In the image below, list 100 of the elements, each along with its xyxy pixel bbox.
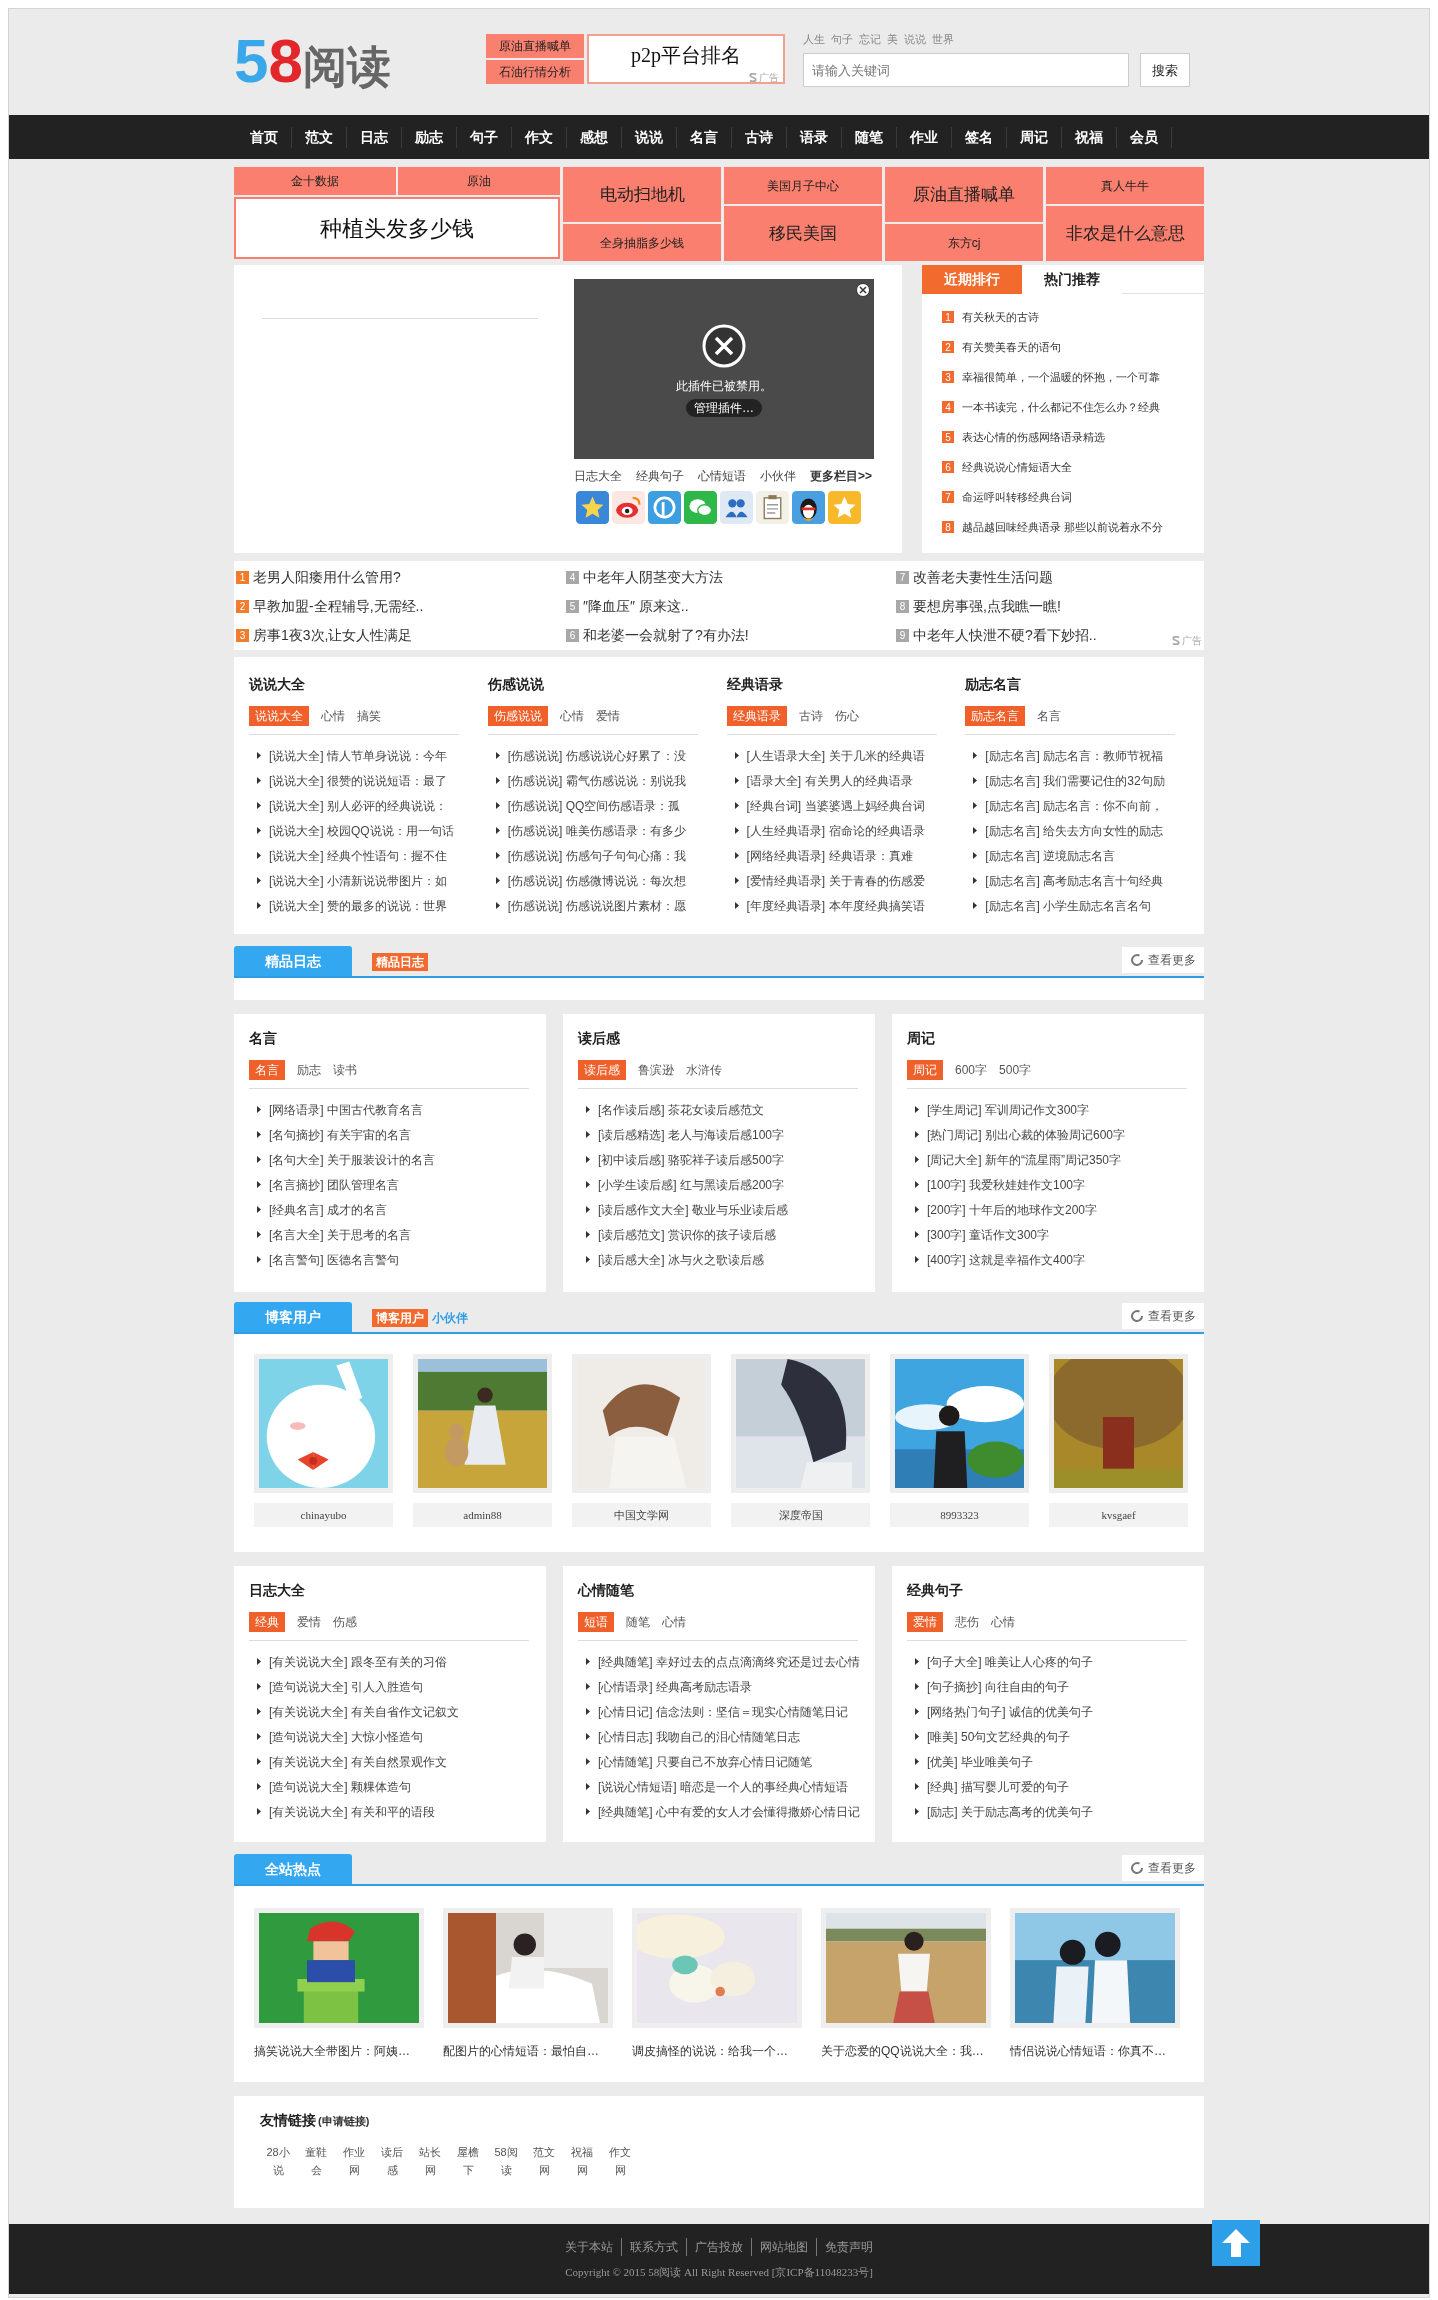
nav-link[interactable]: 首页	[237, 126, 292, 148]
nav-link[interactable]: 励志	[402, 126, 457, 148]
nav-link[interactable]: 随笔	[842, 126, 897, 148]
article-link[interactable]: [有关说说大全] 有关和平的语段	[269, 1803, 435, 1820]
article-link[interactable]: [网络热门句子] 诚信的优美句子	[927, 1703, 1093, 1720]
category-tag[interactable]: 爱情	[595, 706, 620, 726]
article-link[interactable]: [励志名言] 励志名言：你不向前，	[985, 797, 1164, 814]
article-link[interactable]: [心情语录] 经典高考励志语录	[598, 1678, 752, 1695]
friend-link[interactable]: 作文网	[608, 2143, 632, 2179]
ranking-link[interactable]: 表达心情的伤感网络语录精选	[962, 428, 1105, 446]
penguin-icon[interactable]	[792, 491, 825, 524]
article-link[interactable]: [励志名言] 逆境励志名言	[985, 847, 1116, 864]
ad-link[interactable]: 老男人阳痿用什么管用?	[253, 567, 401, 588]
hot-article-link[interactable]: 搞笑说说大全带图片：阿姨…	[254, 2042, 424, 2060]
nav-link[interactable]: 签名	[952, 126, 1007, 148]
category-tag[interactable]: 伤心	[834, 706, 859, 726]
category-tag[interactable]: 搞笑	[357, 706, 381, 726]
category-tag[interactable]: 随笔	[626, 1612, 650, 1632]
ranking-link[interactable]: 幸福很简单，一个温暖的怀抱，一个可靠	[962, 368, 1160, 386]
footer-link[interactable]: 免责声明	[816, 2237, 881, 2256]
article-link[interactable]: [网络经典语录] 经典语录：真难	[746, 847, 913, 864]
article-link[interactable]: [200字] 十年后的地球作文200字	[927, 1201, 1098, 1218]
user-name[interactable]: chinayubo	[254, 1503, 393, 1527]
nav-link[interactable]: 名言	[677, 126, 732, 148]
article-link[interactable]: [名句摘抄] 有关宇宙的名言	[269, 1126, 411, 1143]
chat-bubble-icon[interactable]	[684, 491, 717, 524]
article-link[interactable]: [唯美] 50句文艺经典的句子	[927, 1728, 1071, 1745]
article-link[interactable]: [经典随笔] 心中有爱的女人才会懂得撒娇心情日记	[598, 1803, 860, 1820]
article-link[interactable]: [年度经典语录] 本年度经典搞笑语	[746, 897, 925, 914]
article-link[interactable]: [造句说说大全] 大惊小怪造句	[269, 1728, 423, 1745]
friend-link[interactable]: 读后感	[380, 2143, 404, 2179]
category-tag[interactable]: 古诗	[798, 706, 823, 726]
ad-link[interactable]: 电动扫地机	[563, 167, 721, 222]
footer-link[interactable]: 网站地图	[751, 2237, 816, 2256]
ad-link[interactable]: 真人牛牛	[1046, 167, 1204, 204]
article-link[interactable]: [伤感说说] 伤感说说图片素材：愿	[507, 897, 686, 914]
article-link[interactable]: [伤感说说] 唯美伤感语录：有多少	[507, 822, 686, 839]
article-link[interactable]: [读后感作文大全] 敬业与乐业读后感	[598, 1201, 788, 1218]
article-link[interactable]: [伤感说说] 伤感句子句句心痛：我	[507, 847, 686, 864]
nav-link[interactable]: 句子	[457, 126, 512, 148]
ranking-link[interactable]: 有关赞美春天的语句	[962, 338, 1061, 356]
article-link[interactable]: [语录大全] 有关男人的经典语录	[746, 772, 913, 789]
category-tag[interactable]: 500字	[999, 1060, 1032, 1080]
article-link[interactable]: [名言警句] 医德名言警句	[269, 1251, 399, 1268]
article-link[interactable]: [伤感说说] 伤感说说心好累了：没	[507, 747, 686, 764]
more-link[interactable]: 查看更多	[1122, 1855, 1204, 1881]
ad-link[interactable]: 原油直播喊单	[885, 167, 1043, 222]
article-link[interactable]: [心情日记] 信念法则：坚信＝现实心情随笔日记	[598, 1703, 848, 1720]
ad-link[interactable]: 东方cj	[885, 224, 1043, 261]
article-link[interactable]: [说说大全] 赞的最多的说说：世界	[269, 897, 447, 914]
nav-link[interactable]: 范文	[292, 126, 347, 148]
nav-link[interactable]: 说说	[622, 126, 677, 148]
article-link[interactable]: [优美] 毕业唯美句子	[927, 1753, 1033, 1770]
nav-link[interactable]: 周记	[1007, 126, 1062, 148]
article-link[interactable]: [读后感精选] 老人与海读后感100字	[598, 1126, 785, 1143]
ad-link[interactable]: 种植头发多少钱	[234, 197, 560, 259]
article-link[interactable]: [经典名言] 成才的名言	[269, 1201, 387, 1218]
nav-link[interactable]: 感想	[567, 126, 622, 148]
nav-link[interactable]: 作文	[512, 126, 567, 148]
article-link[interactable]: [励志名言] 高考励志名言十句经典	[985, 872, 1164, 889]
friend-link[interactable]: 作业网	[342, 2143, 366, 2179]
more-columns-link[interactable]: 更多栏目>>	[810, 467, 872, 485]
hot-article-link[interactable]: 关于恋爱的QQ说说大全：我…	[821, 2042, 991, 2060]
ad-link[interactable]: 早教加盟-全程辅导,无需经..	[253, 596, 424, 617]
ranking-link[interactable]: 有关秋天的古诗	[962, 308, 1039, 326]
ad-link[interactable]: 原油	[398, 167, 560, 195]
quick-link[interactable]: 日志大全	[574, 467, 622, 485]
user-name[interactable]: admin88	[413, 1503, 552, 1527]
ad-link[interactable]: ″降血压″ 原来这..	[583, 596, 689, 617]
article-link[interactable]: [经典] 描写婴儿可爱的句子	[927, 1778, 1069, 1795]
category-tag[interactable]: 爱情	[297, 1612, 321, 1632]
ad-link[interactable]: 原油直播喊单	[486, 34, 584, 58]
article-link[interactable]: [伤感说说] 伤感微博说说：每次想	[507, 872, 686, 889]
article-link[interactable]: [励志名言] 我们需要记住的32句励	[985, 772, 1165, 789]
article-link[interactable]: [网络语录] 中国古代教育名言	[269, 1101, 423, 1118]
category-tag[interactable]: 心情	[321, 706, 345, 726]
ad-link[interactable]: 全身抽脂多少钱	[563, 224, 721, 261]
ad-link[interactable]: 中老年人阴茎变大方法	[583, 567, 723, 588]
article-link[interactable]: [说说大全] 别人必评的经典说说：	[269, 797, 447, 814]
article-link[interactable]: [名句大全] 关于服装设计的名言	[269, 1151, 435, 1168]
article-link[interactable]: [励志名言] 小学生励志名言名句	[985, 897, 1152, 914]
article-link[interactable]: [热门周记] 别出心裁的体验周记600字	[927, 1126, 1126, 1143]
category-tag[interactable]: 水浒传	[686, 1060, 722, 1080]
category-tag[interactable]: 心情	[991, 1612, 1015, 1632]
article-link[interactable]: [句子摘抄] 向往自由的句子	[927, 1678, 1069, 1695]
article-link[interactable]: [初中读后感] 骆驼祥子读后感500字	[598, 1151, 785, 1168]
article-link[interactable]: [学生周记] 军训周记作文300字	[927, 1101, 1090, 1118]
article-link[interactable]: [名作读后感] 茶花女读后感范文	[598, 1101, 764, 1118]
ad-link[interactable]: 金十数据	[234, 167, 396, 195]
article-link[interactable]: [爱情经典语录] 关于青春的伤感爱	[746, 872, 925, 889]
quick-link[interactable]: 心情短语	[698, 467, 746, 485]
user-name[interactable]: 深度帝国	[731, 1503, 870, 1527]
article-link[interactable]: [造句说说大全] 颗粿体造句	[269, 1778, 411, 1795]
back-to-top-button[interactable]	[1212, 2220, 1260, 2266]
category-tag[interactable]: 心情	[559, 706, 584, 726]
user-name[interactable]: kvsgaef	[1049, 1503, 1188, 1527]
article-link[interactable]: [读后感大全] 冰与火之歌读后感	[598, 1251, 764, 1268]
category-tag[interactable]: 600字	[955, 1060, 988, 1080]
more-link[interactable]: 查看更多	[1122, 1303, 1204, 1329]
manage-plugins-button[interactable]: 管理插件…	[686, 399, 762, 417]
